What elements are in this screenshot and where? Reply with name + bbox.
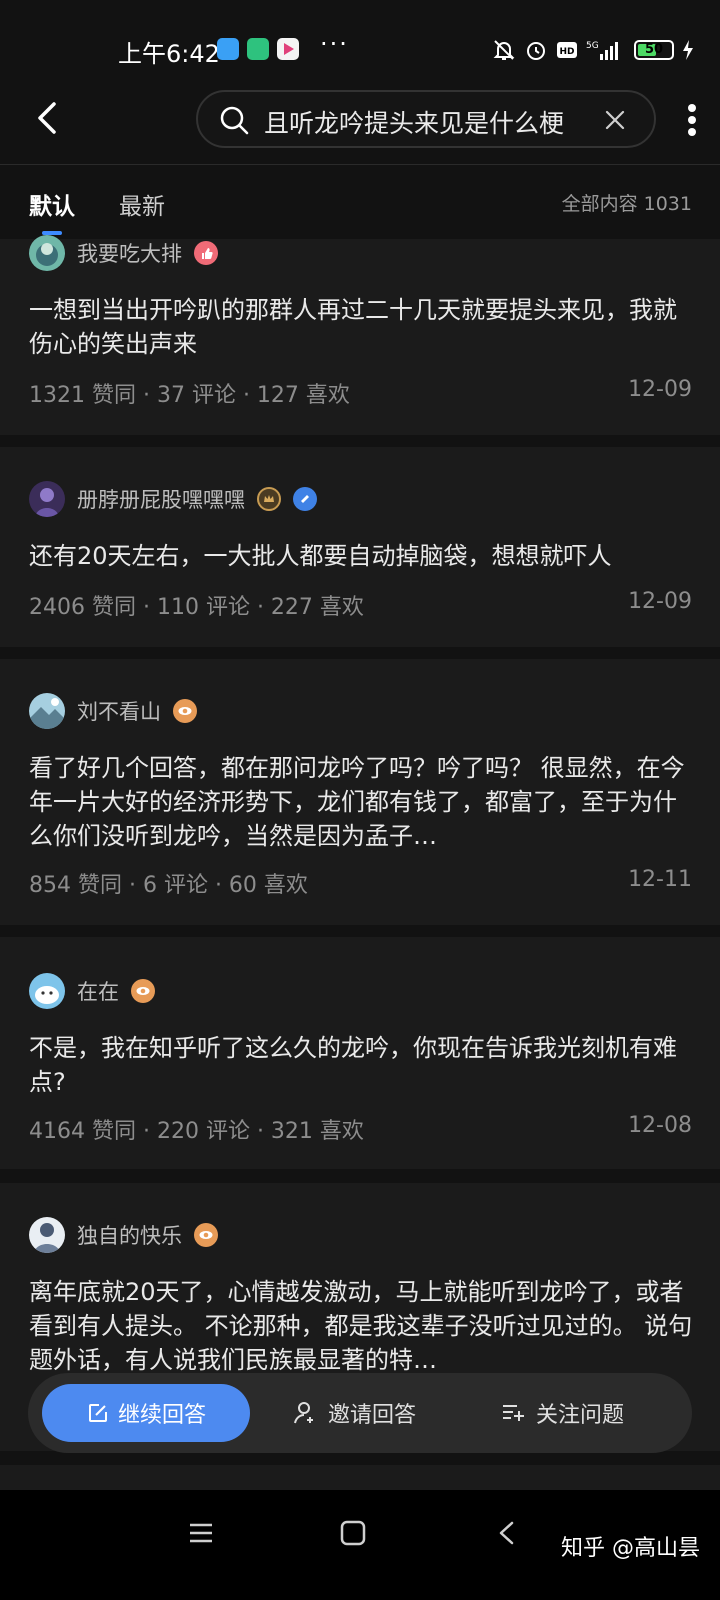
follow-question-label: 关注问题 (536, 1403, 625, 1428)
back-nav-icon[interactable] (494, 1520, 520, 1546)
tab-default[interactable]: 默认 (29, 187, 75, 221)
eye-badge-icon (173, 699, 197, 723)
svg-text:HD: HD (559, 47, 574, 57)
home-nav-icon[interactable] (340, 1520, 366, 1546)
avatar[interactable] (29, 481, 65, 517)
eye-badge-icon (131, 979, 155, 1003)
avatar[interactable] (29, 693, 65, 729)
more-notifications-icon: ··· (320, 30, 349, 58)
invite-answer-button[interactable]: 邀请回答 (292, 1373, 416, 1453)
system-navigation-bar: 知乎 @高山昙 (0, 1490, 720, 1600)
thumb-badge-icon (194, 241, 218, 265)
mute-bell-icon (493, 40, 515, 60)
author-name[interactable]: 独自的快乐 (77, 1220, 182, 1250)
continue-answer-label: 继续回答 (117, 1403, 206, 1428)
answer-card[interactable]: 在在 不是，我在知乎听了这么久的龙吟，你现在告诉我光刻机有难点? 4164 赞同… (0, 937, 720, 1169)
more-vertical-icon (688, 104, 696, 136)
answer-date: 12-09 (628, 589, 692, 614)
watermark: 知乎 @高山昙 (561, 1536, 700, 1561)
answer-action-bar: 继续回答 邀请回答 关注问题 (28, 1373, 692, 1453)
answer-date: 12-11 (628, 867, 692, 892)
avatar[interactable] (29, 973, 65, 1009)
sort-tab-bar: 默认 最新 全部内容 1031 (0, 165, 720, 239)
answer-card[interactable]: 我要吃大排 一想到当出开吟趴的那群人再过二十几天就要提头来见，我就伤心的笑出声来… (0, 235, 720, 435)
eye-badge-icon (194, 1223, 218, 1247)
answer-excerpt[interactable]: 一想到当出开吟趴的那群人再过二十几天就要提头来见，我就伤心的笑出声来 (29, 293, 693, 361)
clear-search-icon[interactable] (602, 107, 628, 133)
content-count: 全部内容 1031 (561, 193, 692, 215)
app-screen: 上午6:42 ··· HD 5G 50 且听龙吟提头来见是什么梗 默认 最新 全… (0, 0, 720, 1600)
answer-author[interactable]: 册脖册屁股嘿嘿嘿 (29, 479, 317, 519)
avatar[interactable] (29, 1217, 65, 1253)
answer-author[interactable]: 刘不看山 (29, 691, 197, 731)
answer-excerpt[interactable]: 看了好几个回答，都在那问龙吟了吗？吟了吗？ 很显然，在今年一片大好的经济形势下，… (29, 751, 693, 853)
answer-date: 12-08 (628, 1113, 692, 1138)
signal-5g-icon: 5G (586, 41, 618, 60)
answer-author[interactable]: 我要吃大排 (29, 233, 218, 273)
author-name[interactable]: 在在 (77, 976, 119, 1006)
answer-author[interactable]: 独自的快乐 (29, 1215, 218, 1255)
alarm-icon (527, 42, 545, 60)
status-icons: HD 5G 50 (492, 36, 694, 64)
battery-level: 50 (644, 42, 664, 57)
answer-stats: 2406 赞同 · 110 评论 · 227 喜欢 (29, 595, 364, 620)
verified-badge-icon (293, 487, 317, 511)
invite-user-icon (294, 1402, 313, 1424)
play-app-icon (277, 38, 299, 60)
top-app-bar: 且听龙吟提头来见是什么梗 (0, 80, 720, 165)
answer-card[interactable]: 册脖册屁股嘿嘿嘿 还有20天左右，一大批人都要自动掉脑袋，想想就吓人 2406 … (0, 447, 720, 647)
author-name[interactable]: 我要吃大排 (77, 238, 182, 268)
app-notification-icon (217, 38, 239, 60)
author-name[interactable]: 刘不看山 (77, 696, 161, 726)
answer-author[interactable]: 在在 (29, 971, 155, 1011)
avatar[interactable] (29, 235, 65, 271)
follow-list-icon (503, 1405, 524, 1421)
more-options-button[interactable] (686, 100, 698, 140)
hd-icon: HD (557, 42, 577, 58)
menu-nav-icon[interactable] (188, 1520, 214, 1546)
edit-icon (88, 1404, 107, 1422)
continue-answer-button[interactable]: 继续回答 (42, 1384, 250, 1442)
follow-question-button[interactable]: 关注问题 (500, 1373, 624, 1453)
svg-text:5G: 5G (586, 41, 599, 51)
search-box[interactable]: 且听龙吟提头来见是什么梗 (196, 90, 656, 148)
search-query-text: 且听龙吟提头来见是什么梗 (264, 109, 565, 138)
shield-app-icon (247, 38, 269, 60)
status-bar: 上午6:42 ··· HD 5G 50 (0, 0, 720, 80)
answer-excerpt[interactable]: 离年底就20天了，心情越发激动，马上就能听到龙吟了，或者看到有人提头。 不论那种… (29, 1275, 693, 1377)
search-icon (220, 106, 249, 135)
answer-card[interactable]: 刘不看山 看了好几个回答，都在那问龙吟了吗？吟了吗？ 很显然，在今年一片大好的经… (0, 659, 720, 925)
answer-excerpt[interactable]: 还有20天左右，一大批人都要自动掉脑袋，想想就吓人 (29, 539, 693, 573)
charging-icon (683, 40, 693, 60)
answer-stats: 854 赞同 · 6 评论 · 60 喜欢 (29, 873, 308, 898)
answer-stats: 4164 赞同 · 220 评论 · 321 喜欢 (29, 1119, 364, 1144)
answer-date: 12-09 (628, 377, 692, 402)
back-button[interactable] (28, 96, 72, 140)
answer-excerpt[interactable]: 不是，我在知乎听了这么久的龙吟，你现在告诉我光刻机有难点? (29, 1031, 693, 1099)
status-time: 上午6:42 (118, 40, 220, 68)
answer-stats: 1321 赞同 · 37 评论 · 127 喜欢 (29, 383, 350, 408)
tab-latest[interactable]: 最新 (119, 187, 165, 221)
battery-icon: 50 (634, 40, 674, 60)
author-name[interactable]: 册脖册屁股嘿嘿嘿 (77, 484, 245, 514)
back-arrow-icon (38, 102, 56, 134)
invite-answer-label: 邀请回答 (328, 1403, 417, 1428)
crown-badge-icon (257, 487, 281, 511)
